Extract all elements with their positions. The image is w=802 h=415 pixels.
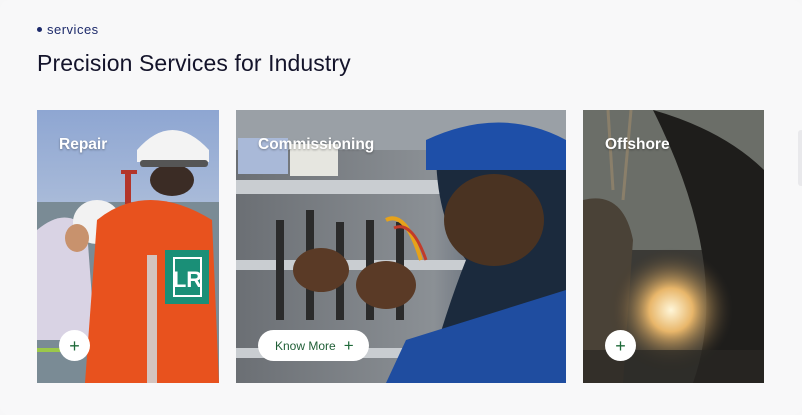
lr-badge-logo: LR [173,267,202,292]
card-label: Repair [59,136,108,153]
expand-offshore-button[interactable]: + [605,330,636,361]
eyebrow-text: services [47,22,99,37]
services-section: services Precision Services for Industry [0,0,802,415]
service-card-commissioning[interactable]: Commissioning Know More + [236,110,566,383]
carousel-edge-indicator [798,130,802,186]
plus-icon: + [615,335,626,356]
card-label: Offshore [605,136,670,153]
plus-icon: + [69,335,80,356]
section-title: Precision Services for Industry [37,50,351,76]
card-label: Commissioning [258,136,375,153]
plus-icon: + [343,336,354,355]
know-more-label: Know More [275,338,336,353]
service-card-repair[interactable]: LR Repair + [37,110,219,383]
know-more-button[interactable]: Know More + [258,330,369,361]
bullet-dot-icon [37,27,42,32]
service-card-offshore[interactable]: Offshore + [583,110,764,383]
expand-repair-button[interactable]: + [59,330,90,361]
section-eyebrow: services [37,22,99,37]
